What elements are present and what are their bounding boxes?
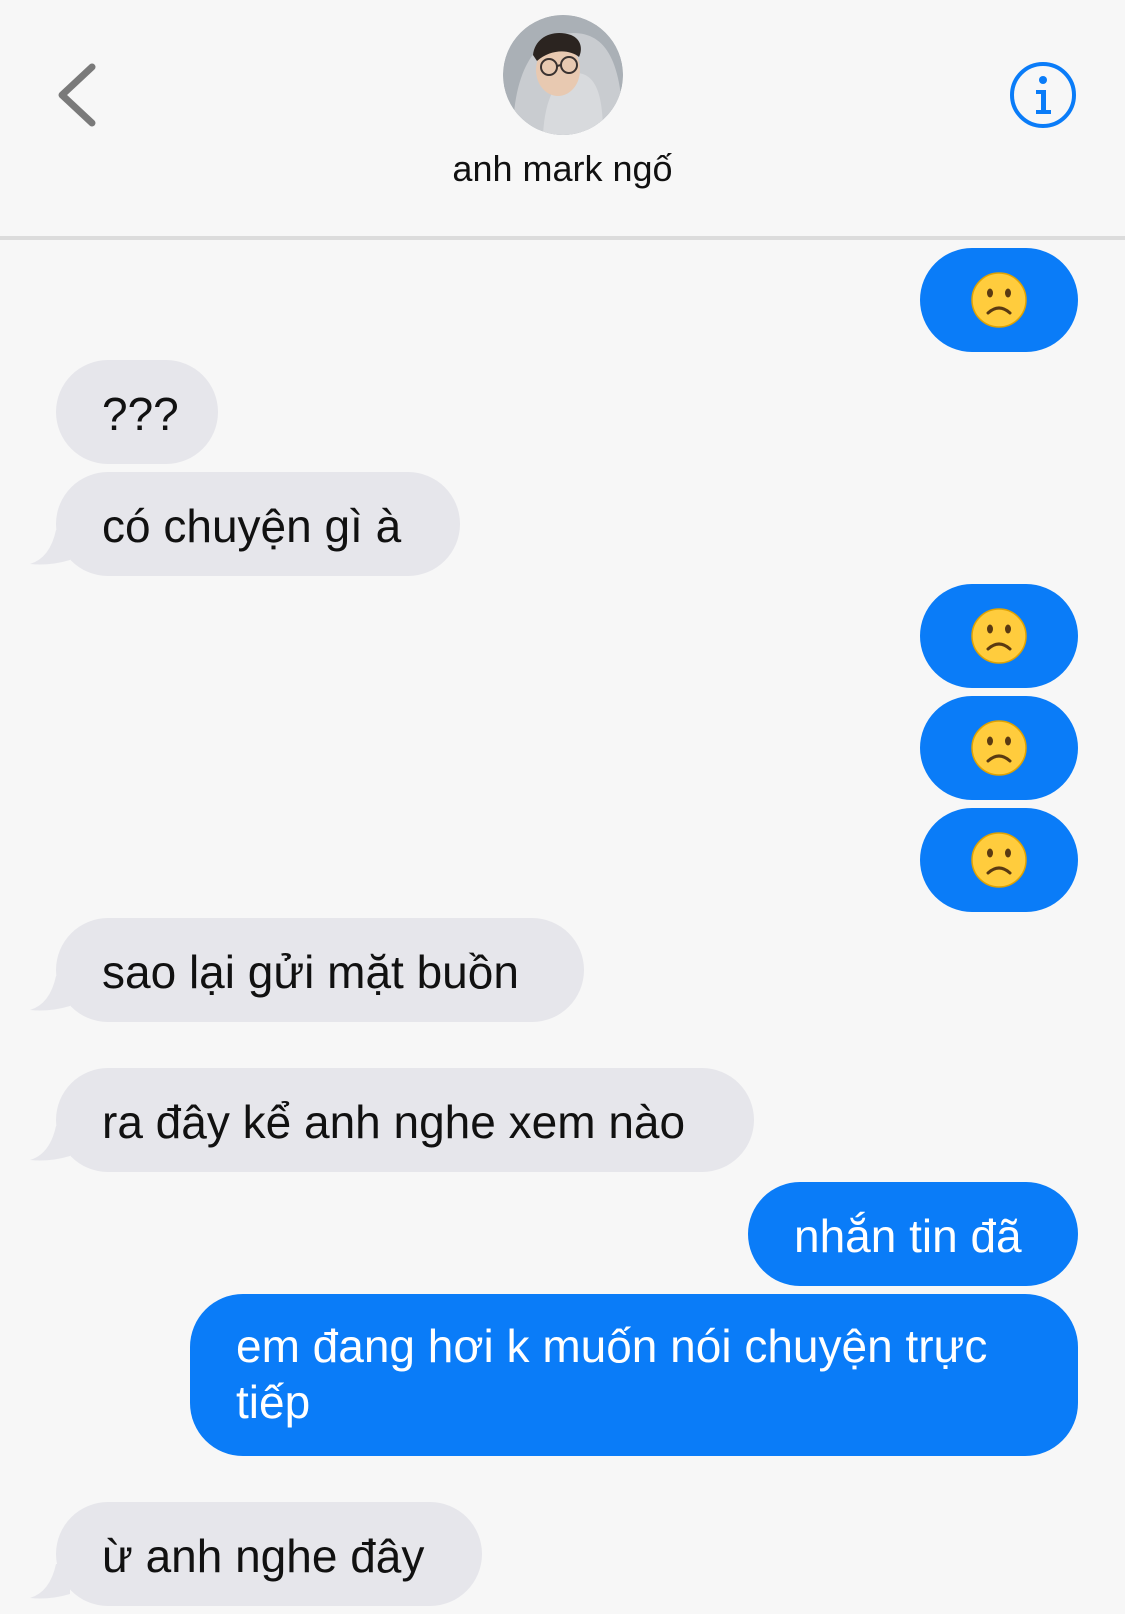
- conversation-header: anh mark ngố: [0, 0, 1125, 238]
- frowning-face-emoji: [971, 608, 1027, 664]
- contact-avatar[interactable]: [503, 15, 623, 135]
- message-text: ???: [102, 388, 179, 440]
- message-incoming[interactable]: có chuyện gì à: [56, 472, 460, 576]
- message-incoming[interactable]: sao lại gửi mặt buồn: [56, 918, 584, 1022]
- message-outgoing[interactable]: [920, 696, 1078, 800]
- back-button[interactable]: [50, 55, 110, 135]
- frowning-face-emoji: [971, 832, 1027, 888]
- message-incoming[interactable]: ừ anh nghe đây: [56, 1502, 482, 1606]
- message-incoming[interactable]: ra đây kể anh nghe xem nào: [56, 1068, 754, 1172]
- message-text: ra đây kể anh nghe xem nào: [102, 1096, 686, 1148]
- info-icon: [1010, 62, 1076, 128]
- message-outgoing[interactable]: nhắn tin đã: [748, 1182, 1078, 1286]
- message-text: có chuyện gì à: [102, 500, 402, 552]
- avatar-image: [503, 15, 623, 135]
- frowning-face-emoji: [971, 272, 1027, 328]
- frowning-face-emoji: [971, 720, 1027, 776]
- info-button[interactable]: [1008, 60, 1078, 130]
- contact-name[interactable]: anh mark ngố: [0, 148, 1125, 190]
- chevron-left-icon: [58, 63, 96, 127]
- message-outgoing[interactable]: [920, 584, 1078, 688]
- message-incoming[interactable]: ???: [56, 360, 218, 464]
- message-text: nhắn tin đã: [794, 1210, 1022, 1262]
- message-outgoing[interactable]: [920, 808, 1078, 912]
- message-text: ừ anh nghe đây: [102, 1530, 425, 1582]
- message-text: em đang hơi k muốn nói chuyện trực tiếp: [236, 1320, 988, 1428]
- message-thread[interactable]: ??? có chuyện gì à sao lại gửi mặt buồn …: [0, 240, 1125, 1614]
- message-outgoing[interactable]: [920, 248, 1078, 352]
- message-outgoing[interactable]: em đang hơi k muốn nói chuyện trực tiếp: [190, 1294, 1078, 1456]
- message-text: sao lại gửi mặt buồn: [102, 946, 519, 998]
